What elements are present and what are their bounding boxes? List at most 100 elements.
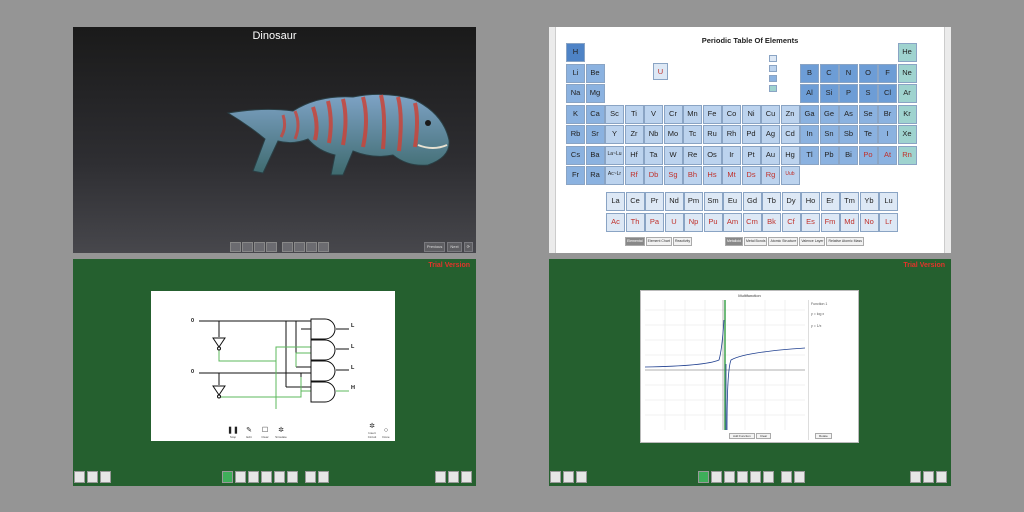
pen-icon[interactable]: [711, 471, 722, 483]
element-i[interactable]: I: [878, 125, 897, 144]
windows-icon[interactable]: [87, 471, 98, 483]
settings-icon[interactable]: [318, 471, 329, 483]
clear-control[interactable]: ☐ Clear: [259, 427, 271, 439]
previous-button[interactable]: Previous: [423, 242, 446, 252]
element-ar[interactable]: Ar: [897, 84, 917, 103]
element-ni[interactable]: Ni: [741, 104, 761, 124]
element-ag[interactable]: Ag: [761, 125, 780, 144]
done-control[interactable]: ○ Done: [380, 427, 392, 439]
element-p[interactable]: P: [839, 84, 858, 103]
rotate-icon[interactable]: [294, 242, 305, 252]
element-re[interactable]: Re: [683, 145, 702, 165]
undo-icon[interactable]: [274, 471, 285, 483]
element-ta[interactable]: Ta: [644, 145, 663, 165]
move-icon[interactable]: [282, 242, 293, 252]
screen-icon[interactable]: [100, 471, 111, 483]
element-br[interactable]: Br: [878, 104, 897, 124]
element-ru[interactable]: Ru: [702, 125, 722, 144]
element-v[interactable]: V: [644, 104, 663, 124]
element-cr[interactable]: Cr: [663, 104, 683, 124]
element-la-lu[interactable]: La~Lu: [605, 145, 624, 165]
left-scrollbar[interactable]: [549, 27, 556, 253]
element-bh[interactable]: Bh: [683, 166, 702, 185]
edit-control[interactable]: ✎ Edit: [243, 427, 255, 439]
element-chart-button[interactable]: Element Chart: [645, 237, 672, 246]
element-cu[interactable]: Cu: [761, 104, 780, 124]
element-nd[interactable]: Nd: [664, 192, 684, 211]
graph-plot[interactable]: [645, 300, 805, 430]
element-si[interactable]: Si: [819, 84, 839, 103]
element-lr[interactable]: Lr: [879, 213, 898, 232]
tools-icon[interactable]: [305, 471, 316, 483]
element-ac[interactable]: Ac: [606, 213, 625, 232]
element-ge[interactable]: Ge: [819, 104, 839, 124]
element-cf[interactable]: Cf: [781, 213, 801, 232]
menu-icon[interactable]: [74, 471, 85, 483]
element-hs[interactable]: Hs: [702, 166, 722, 185]
fill-icon[interactable]: [266, 242, 277, 252]
element-he[interactable]: He: [897, 43, 917, 62]
element-sn[interactable]: Sn: [819, 125, 839, 144]
play-icon[interactable]: [222, 471, 233, 483]
element-u[interactable]: U: [664, 213, 684, 232]
element-uub[interactable]: Uub: [780, 166, 800, 185]
element-tm[interactable]: Tm: [840, 192, 859, 211]
element-ho[interactable]: Ho: [801, 192, 820, 211]
element-c[interactable]: C: [819, 63, 839, 83]
element-ds[interactable]: Ds: [741, 166, 761, 185]
zoom-icon[interactable]: [306, 242, 317, 252]
element-k[interactable]: K: [566, 104, 585, 124]
element-rb[interactable]: Rb: [566, 125, 585, 144]
element-sc[interactable]: Sc: [605, 104, 624, 124]
element-in[interactable]: In: [800, 125, 819, 144]
pen-icon[interactable]: [235, 471, 246, 483]
element-ca[interactable]: Ca: [585, 104, 605, 124]
stop-control[interactable]: ❚❚ Stop: [227, 427, 239, 439]
next-page-icon[interactable]: [936, 471, 947, 483]
element-h[interactable]: H: [566, 43, 585, 62]
element-eu[interactable]: Eu: [723, 192, 742, 211]
dinosaur-model[interactable]: [223, 85, 453, 185]
metal-bonds-button[interactable]: Metal Bonds: [744, 237, 768, 246]
rotate-button[interactable]: Rotate: [815, 433, 832, 439]
element-ra[interactable]: Ra: [585, 166, 605, 185]
element-be[interactable]: Be: [585, 63, 605, 83]
element-kr[interactable]: Kr: [897, 104, 917, 124]
element-te[interactable]: Te: [858, 125, 878, 144]
element-dy[interactable]: Dy: [781, 192, 801, 211]
redo-icon[interactable]: [763, 471, 774, 483]
element-li[interactable]: Li: [566, 63, 585, 83]
add-function-button[interactable]: Add Function: [729, 433, 755, 439]
eraser-icon[interactable]: [724, 471, 735, 483]
element-hg[interactable]: Hg: [780, 145, 800, 165]
element-au[interactable]: Au: [761, 145, 780, 165]
elemental-button[interactable]: Elemental: [625, 237, 645, 246]
element-la[interactable]: La: [606, 192, 625, 211]
element-sb[interactable]: Sb: [839, 125, 858, 144]
metalloid-button[interactable]: Metalloid: [725, 237, 744, 246]
element-co[interactable]: Co: [722, 104, 741, 124]
element-as[interactable]: As: [839, 104, 858, 124]
clear-graph-button[interactable]: Clear: [756, 433, 772, 439]
function-1[interactable]: y = log x: [811, 312, 857, 316]
eraser-icon[interactable]: [254, 242, 265, 252]
screen-icon[interactable]: [576, 471, 587, 483]
element-lu[interactable]: Lu: [879, 192, 898, 211]
element-ba[interactable]: Ba: [585, 145, 605, 165]
element-ac-lr[interactable]: Ac~Lr: [605, 166, 624, 185]
element-db[interactable]: Db: [644, 166, 663, 185]
fill-icon[interactable]: [261, 471, 272, 483]
element-os[interactable]: Os: [702, 145, 722, 165]
next-button[interactable]: Next: [447, 242, 462, 252]
element-mo[interactable]: Mo: [663, 125, 683, 144]
element-na[interactable]: Na: [566, 84, 585, 103]
menu-icon[interactable]: [550, 471, 561, 483]
page-icon[interactable]: [910, 471, 921, 483]
element-cd[interactable]: Cd: [780, 125, 800, 144]
element-xe[interactable]: Xe: [897, 125, 917, 144]
element-cs[interactable]: Cs: [566, 145, 585, 165]
pen-icon[interactable]: [242, 242, 253, 252]
element-n[interactable]: N: [839, 63, 858, 83]
undo-icon[interactable]: [750, 471, 761, 483]
element-po[interactable]: Po: [858, 145, 878, 165]
